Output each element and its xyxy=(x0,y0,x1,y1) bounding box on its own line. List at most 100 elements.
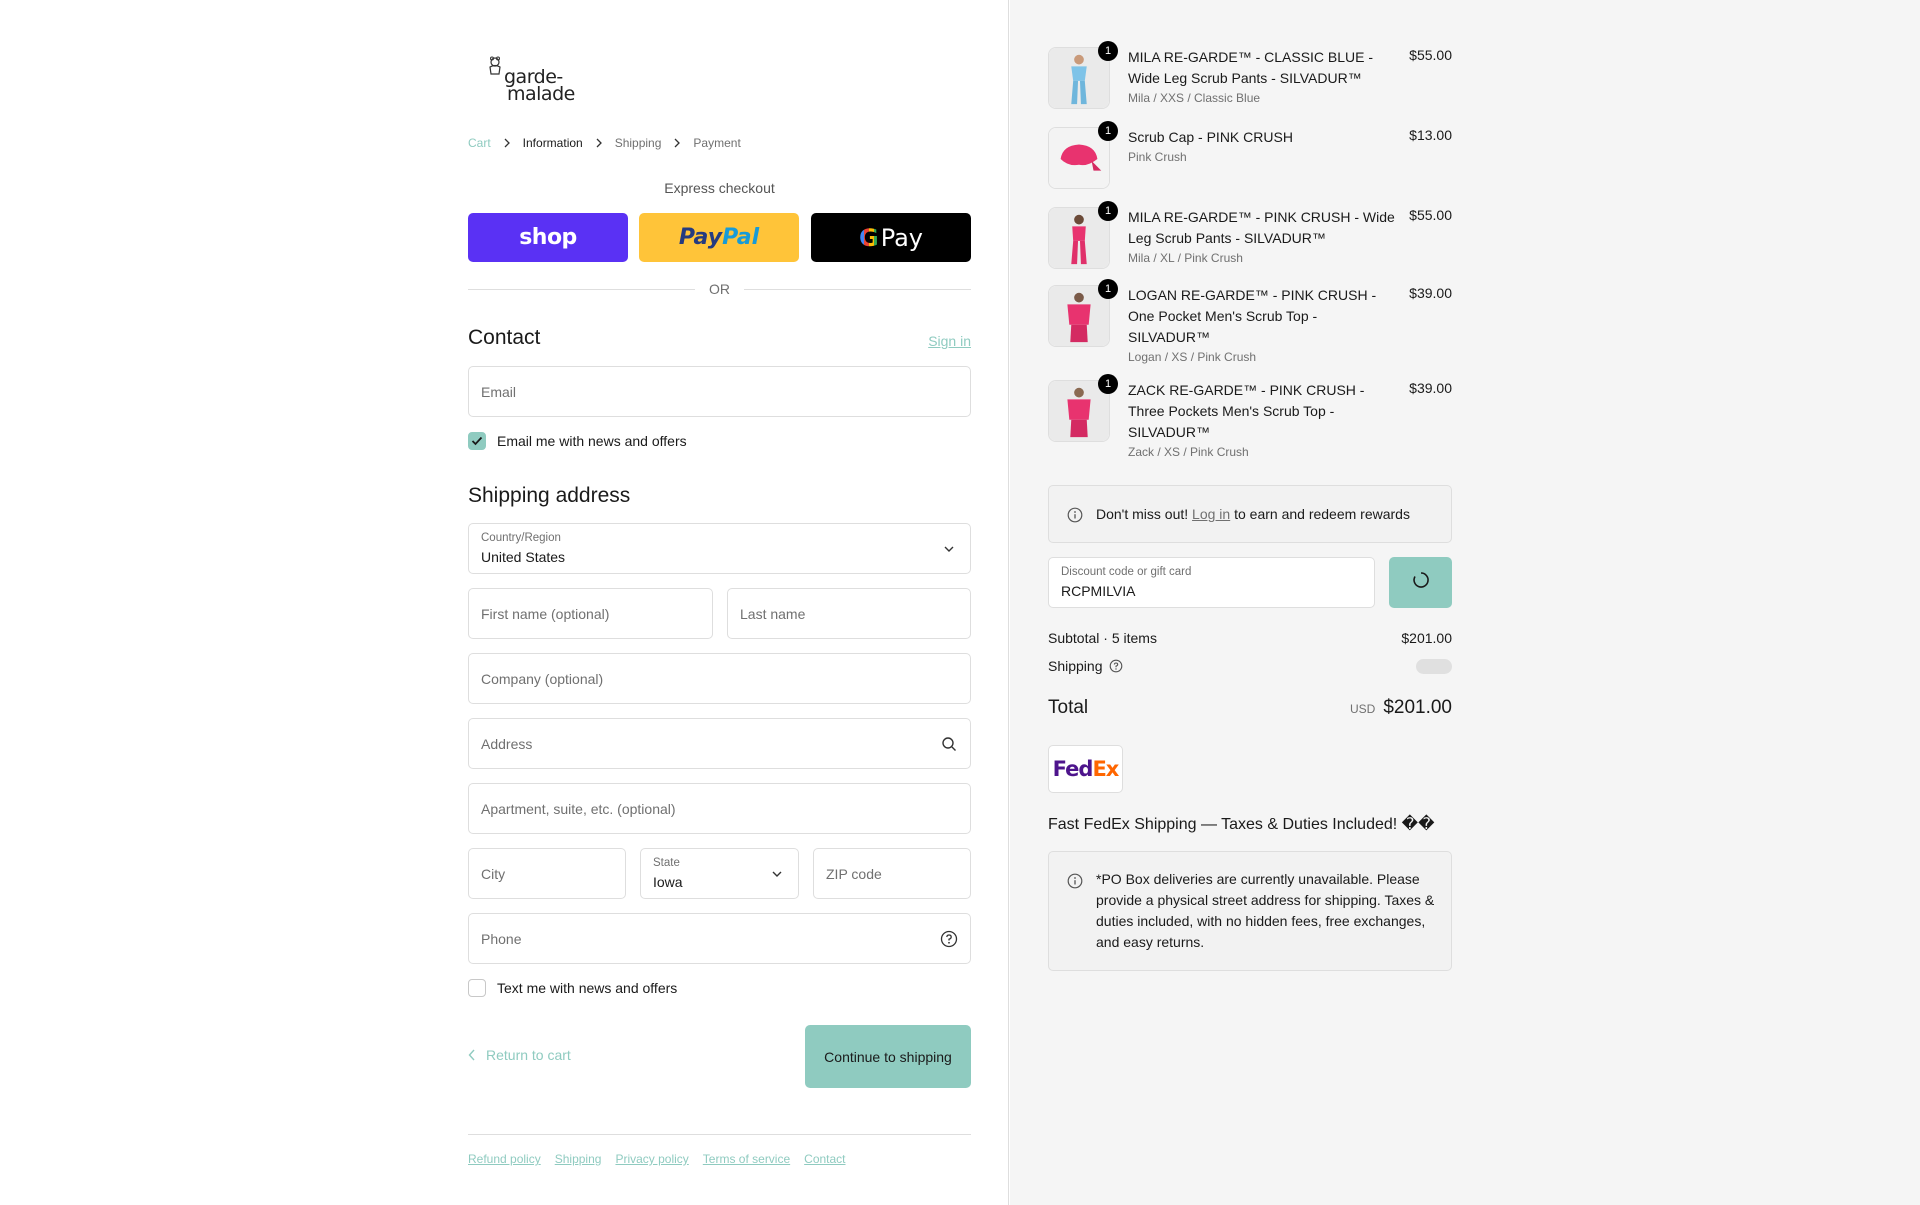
divider-line xyxy=(468,288,695,290)
company-field[interactable]: Company (optional) xyxy=(468,653,971,704)
email-news-label: Email me with news and offers xyxy=(497,433,687,449)
paypal-logo-part-2: Pal xyxy=(722,225,760,250)
apartment-field[interactable]: Apartment, suite, etc. (optional) xyxy=(468,783,971,834)
chevron-down-icon xyxy=(940,540,958,558)
country-select[interactable]: Country/Region United States xyxy=(468,523,971,574)
po-box-notice: *PO Box deliveries are currently unavail… xyxy=(1048,851,1452,971)
first-name-field[interactable]: First name (optional) xyxy=(468,588,713,639)
breadcrumb-cart[interactable]: Cart xyxy=(468,136,491,150)
quantity-badge: 1 xyxy=(1098,374,1118,394)
cart-item: 1 MILA RE-GARDE™ - PINK CRUSH - Wide Leg… xyxy=(1048,201,1452,273)
or-divider: OR xyxy=(468,281,971,297)
product-price: $39.00 xyxy=(1409,285,1452,301)
google-pay-button[interactable]: G Pay xyxy=(811,213,971,262)
cart-item: 1 Scrub Cap - PINK CRUSH Pink Crush $13.… xyxy=(1048,121,1452,189)
fedex-logo-fed: Fed xyxy=(1052,757,1094,781)
express-checkout-label: Express checkout xyxy=(664,180,775,196)
email-news-checkbox[interactable] xyxy=(468,432,486,450)
country-value: United States xyxy=(481,549,566,565)
product-price: $13.00 xyxy=(1409,127,1452,143)
breadcrumb: Cart Information Shipping Payment xyxy=(468,136,741,150)
zip-field[interactable]: ZIP code xyxy=(813,848,971,899)
product-variant: Pink Crush xyxy=(1128,150,1187,164)
phone-field[interactable]: Phone xyxy=(468,913,971,964)
contact-title: Contact xyxy=(468,326,541,349)
bear-icon xyxy=(487,56,503,81)
product-price: $39.00 xyxy=(1409,380,1452,396)
total-value: $201.00 xyxy=(1383,697,1452,718)
email-news-checkbox-row[interactable]: Email me with news and offers xyxy=(468,432,687,450)
footer-links: Refund policy Shipping Privacy policy Te… xyxy=(468,1152,846,1166)
fedex-logo-ex: Ex xyxy=(1092,757,1119,781)
brand-line-2: malade xyxy=(507,83,575,105)
email-field[interactable]: Email xyxy=(468,366,971,417)
po-box-text: *PO Box deliveries are currently unavail… xyxy=(1096,871,1435,950)
product-info: ZACK RE-GARDE™ - PINK CRUSH - Three Pock… xyxy=(1128,380,1398,461)
company-placeholder: Company (optional) xyxy=(481,671,604,687)
subtotal-label: Subtotal · 5 items xyxy=(1048,630,1157,646)
sign-in-link[interactable]: Sign in xyxy=(928,333,971,349)
divider-line xyxy=(744,288,971,290)
address-field[interactable]: Address xyxy=(468,718,971,769)
terms-of-service-link[interactable]: Terms of service xyxy=(703,1152,790,1166)
rewards-prefix: Don't miss out! xyxy=(1096,506,1193,522)
contact-link[interactable]: Contact xyxy=(804,1152,845,1166)
shipping-address-title: Shipping address xyxy=(468,484,631,507)
product-info: LOGAN RE-GARDE™ - PINK CRUSH - One Pocke… xyxy=(1128,285,1398,366)
brand-logo[interactable]: garde- malade xyxy=(487,54,575,105)
product-name: MILA RE-GARDE™ - PINK CRUSH - Wide Leg S… xyxy=(1128,209,1395,246)
shop-pay-button[interactable]: shop xyxy=(468,213,628,262)
phone-placeholder: Phone xyxy=(481,931,522,947)
cart-item: 1 LOGAN RE-GARDE™ - PINK CRUSH - One Poc… xyxy=(1048,279,1452,366)
quantity-badge: 1 xyxy=(1098,279,1118,299)
rewards-banner: Don't miss out! Log in to earn and redee… xyxy=(1048,485,1452,543)
product-variant: Logan / XS / Pink Crush xyxy=(1128,350,1257,364)
paypal-button[interactable]: Pay Pal xyxy=(639,213,799,262)
state-label: State xyxy=(653,857,680,869)
total-label: Total xyxy=(1048,697,1089,718)
quantity-badge: 1 xyxy=(1098,201,1118,221)
shop-pay-logo: shop xyxy=(519,225,577,250)
product-price: $55.00 xyxy=(1409,207,1452,223)
quantity-badge: 1 xyxy=(1098,121,1118,141)
search-icon xyxy=(940,735,958,753)
city-field[interactable]: City xyxy=(468,848,626,899)
return-to-cart-label: Return to cart xyxy=(486,1047,571,1063)
privacy-policy-link[interactable]: Privacy policy xyxy=(615,1152,688,1166)
first-name-placeholder: First name (optional) xyxy=(481,606,610,622)
chevron-down-icon xyxy=(768,865,786,883)
shipping-promo-text: Fast FedEx Shipping — Taxes & Duties Inc… xyxy=(1048,816,1435,833)
apply-discount-button[interactable] xyxy=(1389,557,1452,608)
discount-code-field[interactable]: Discount code or gift card RCPMILVIA xyxy=(1048,557,1375,608)
subtotal-value: $201.00 xyxy=(1401,630,1452,646)
product-name: LOGAN RE-GARDE™ - PINK CRUSH - One Pocke… xyxy=(1128,287,1377,345)
return-to-cart-link[interactable]: Return to cart xyxy=(468,1047,571,1063)
paypal-logo-part-1: Pay xyxy=(678,225,723,250)
last-name-field[interactable]: Last name xyxy=(727,588,971,639)
breadcrumb-shipping: Shipping xyxy=(614,136,662,150)
product-variant: Zack / XS / Pink Crush xyxy=(1128,445,1249,459)
cart-item: 1 MILA RE-GARDE™ - CLASSIC BLUE - Wide L… xyxy=(1048,41,1452,113)
checkmark-icon xyxy=(471,436,483,446)
state-value: Iowa xyxy=(653,874,683,890)
address-placeholder: Address xyxy=(481,736,533,752)
google-pay-label: Pay xyxy=(880,223,923,252)
rewards-suffix: to earn and redeem rewards xyxy=(1230,506,1410,522)
refund-policy-link[interactable]: Refund policy xyxy=(468,1152,541,1166)
shipping-policy-link[interactable]: Shipping xyxy=(555,1152,602,1166)
cart-item: 1 ZACK RE-GARDE™ - PINK CRUSH - Three Po… xyxy=(1048,374,1452,461)
info-icon xyxy=(1067,873,1083,889)
login-link[interactable]: Log in xyxy=(1192,506,1230,522)
apartment-placeholder: Apartment, suite, etc. (optional) xyxy=(481,801,676,817)
sms-news-checkbox[interactable] xyxy=(468,979,486,997)
product-info: MILA RE-GARDE™ - PINK CRUSH - Wide Leg S… xyxy=(1128,207,1398,267)
help-circle-icon[interactable] xyxy=(940,930,958,948)
state-select[interactable]: State Iowa xyxy=(640,848,799,899)
email-placeholder: Email xyxy=(481,384,517,400)
footer-divider xyxy=(468,1134,971,1135)
product-info: Scrub Cap - PINK CRUSH Pink Crush xyxy=(1128,127,1398,166)
info-icon xyxy=(1067,507,1083,523)
continue-to-shipping-button[interactable]: Continue to shipping xyxy=(805,1025,971,1088)
sms-news-checkbox-row[interactable]: Text me with news and offers xyxy=(468,979,677,997)
help-circle-icon[interactable] xyxy=(1109,659,1123,673)
